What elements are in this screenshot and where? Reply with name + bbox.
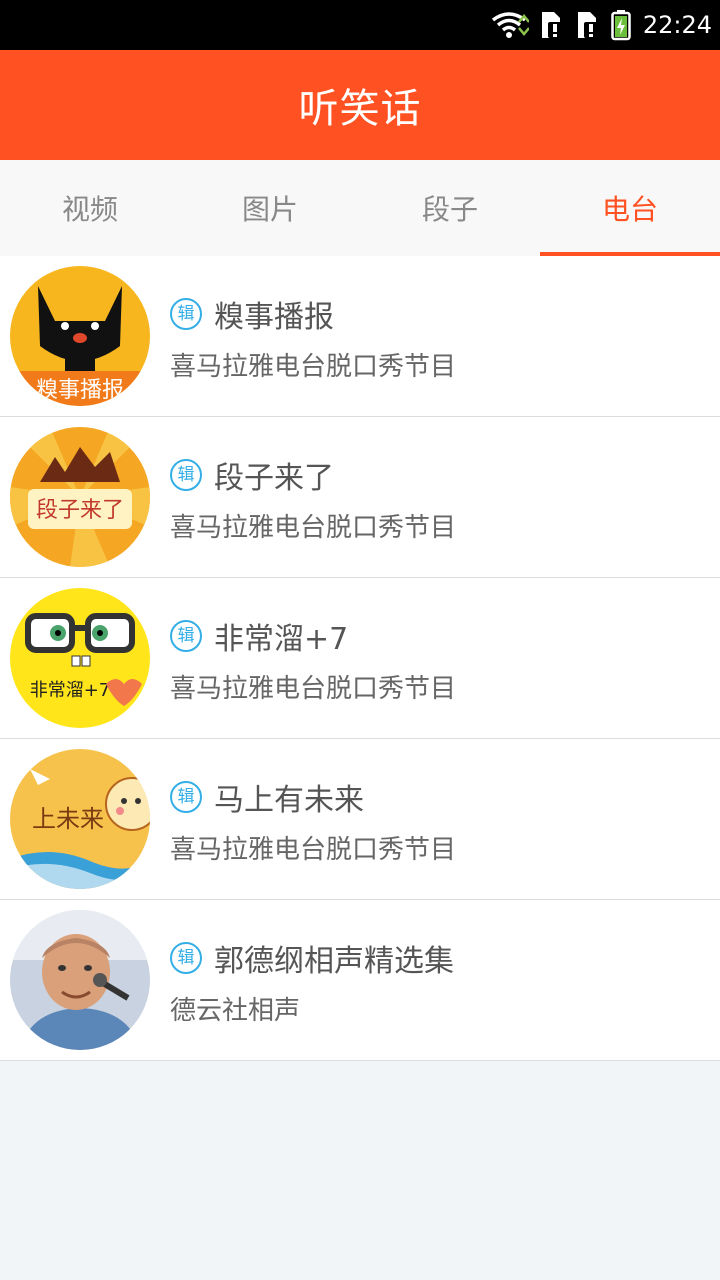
album-cover: 上未来 bbox=[10, 749, 150, 889]
clock: 22:24 bbox=[642, 11, 712, 39]
cover-text: 非常溜+7 bbox=[30, 680, 111, 701]
tab-radio[interactable]: 电台 bbox=[540, 160, 720, 256]
album-subtitle: 喜马拉雅电台脱口秀节目 bbox=[170, 674, 457, 704]
list-item[interactable]: 辑 郭德纲相声精选集 德云社相声 bbox=[0, 900, 720, 1061]
category-tabs: 视频 图片 段子 电台 bbox=[0, 160, 720, 256]
album-subtitle: 喜马拉雅电台脱口秀节目 bbox=[170, 835, 457, 865]
battery-charging-icon bbox=[611, 10, 631, 41]
list-item[interactable]: 糗事播报 辑 糗事播报 喜马拉雅电台脱口秀节目 bbox=[0, 256, 720, 417]
cover-text: 段子来了 bbox=[36, 498, 124, 523]
album-badge: 辑 bbox=[170, 298, 202, 330]
album-list: 糗事播报 辑 糗事播报 喜马拉雅电台脱口秀节目 段子来了 辑 段子来了 喜马拉雅… bbox=[0, 256, 720, 1061]
album-cover bbox=[10, 910, 150, 1050]
page-title: 听笑话 bbox=[298, 86, 422, 132]
album-name: 糗事播报 bbox=[214, 300, 334, 335]
sim-card-alert-icon bbox=[541, 12, 562, 38]
sim-card-alert-icon bbox=[577, 12, 598, 38]
album-name: 段子来了 bbox=[214, 461, 334, 496]
tab-jokes[interactable]: 段子 bbox=[360, 160, 540, 256]
tab-video[interactable]: 视频 bbox=[0, 160, 180, 256]
album-cover: 糗事播报 bbox=[10, 266, 150, 406]
list-item[interactable]: 非常溜+7 辑 非常溜+7 喜马拉雅电台脱口秀节目 bbox=[0, 578, 720, 739]
cover-text: 上未来 bbox=[32, 805, 104, 833]
status-bar: 22:24 bbox=[0, 0, 720, 50]
album-cover: 非常溜+7 bbox=[10, 588, 150, 728]
list-item[interactable]: 上未来 辑 马上有未来 喜马拉雅电台脱口秀节目 bbox=[0, 739, 720, 900]
tab-pictures[interactable]: 图片 bbox=[180, 160, 360, 256]
list-item[interactable]: 段子来了 辑 段子来了 喜马拉雅电台脱口秀节目 bbox=[0, 417, 720, 578]
wifi-icon bbox=[491, 12, 529, 38]
album-subtitle: 喜马拉雅电台脱口秀节目 bbox=[170, 352, 457, 382]
album-badge: 辑 bbox=[170, 942, 202, 974]
album-cover: 段子来了 bbox=[10, 427, 150, 567]
cover-text: 糗事播报 bbox=[36, 378, 124, 403]
album-subtitle: 喜马拉雅电台脱口秀节目 bbox=[170, 513, 457, 543]
album-name: 非常溜+7 bbox=[214, 622, 349, 657]
album-badge: 辑 bbox=[170, 459, 202, 491]
album-name: 郭德纲相声精选集 bbox=[214, 944, 454, 979]
album-badge: 辑 bbox=[170, 620, 202, 652]
app-header: 听笑话 bbox=[0, 50, 720, 160]
album-subtitle: 德云社相声 bbox=[170, 996, 301, 1026]
album-name: 马上有未来 bbox=[214, 783, 364, 818]
album-badge: 辑 bbox=[170, 781, 202, 813]
